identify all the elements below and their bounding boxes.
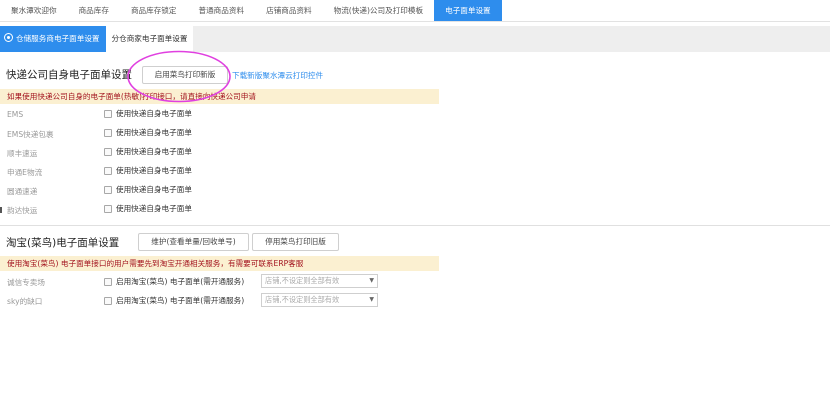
taobao-notice: 使用淘宝(菜鸟) 电子面单接口的用户需要先到淘宝开通相关服务，有需要可联系ERP… xyxy=(0,256,439,271)
carrier-label: EMS xyxy=(7,110,24,119)
taobao-option[interactable]: 启用淘宝(菜鸟) 电子面单(需开通服务) xyxy=(104,276,244,287)
carrier-label: 圆通速递 xyxy=(7,187,38,196)
radio-dot-icon xyxy=(4,33,13,42)
carrier-option-label: 使用快递自身电子面单 xyxy=(116,147,192,156)
shop-select-value: 店铺,不设定则全部有效 xyxy=(265,295,340,304)
shop-select[interactable]: 店铺,不设定则全部有效 ▼ xyxy=(261,274,378,288)
checkbox[interactable] xyxy=(104,109,112,118)
tab-welcome[interactable]: 聚水潭欢迎你 xyxy=(0,0,68,21)
top-nav: 聚水潭欢迎你 商品库存 商品库存锁定 普通商品资料 店铺商品资料 物流(快递)公… xyxy=(0,0,830,22)
chevron-down-icon: ▼ xyxy=(369,277,374,284)
chevron-down-icon: ▼ xyxy=(369,296,374,303)
checkbox[interactable] xyxy=(104,147,112,156)
carrier-option-label: 使用快递自身电子面单 xyxy=(116,109,192,118)
carrier-option[interactable]: 使用快递自身电子面单 xyxy=(104,146,192,157)
tab-inventory[interactable]: 商品库存 xyxy=(68,0,120,21)
section-divider xyxy=(0,225,830,226)
download-print-control-link[interactable]: 下载新版聚水潭云打印控件 xyxy=(232,70,323,81)
highlight-circle-annotation xyxy=(127,50,231,103)
maintain-button[interactable]: 维护(查看单量/回收单号) xyxy=(138,233,249,251)
checkbox[interactable] xyxy=(104,166,112,175)
taobao-option-label: 启用淘宝(菜鸟) 电子面单(需开通服务) xyxy=(116,296,245,305)
sub-nav: 仓储服务商电子面单设置 分仓商家电子面单设置 xyxy=(0,26,830,52)
carrier-label: EMS快递包裹 xyxy=(7,130,54,139)
scroll-marker xyxy=(0,207,2,213)
carrier-option[interactable]: 使用快递自身电子面单 xyxy=(104,108,192,119)
carrier-option[interactable]: 使用快递自身电子面单 xyxy=(104,203,192,214)
carrier-label: 顺丰速运 xyxy=(7,149,38,158)
tab-product-info[interactable]: 普通商品资料 xyxy=(188,0,256,21)
checkbox[interactable] xyxy=(104,185,112,194)
express-section-title: 快递公司自身电子面单设置 xyxy=(6,69,132,81)
carrier-label: 申通E物流 xyxy=(7,168,43,177)
taobao-section-title: 淘宝(菜鸟)电子面单设置 xyxy=(6,237,120,249)
tab-logistics-templates[interactable]: 物流(快递)公司及打印模板 xyxy=(323,0,434,21)
carrier-label: 韵达快运 xyxy=(7,206,38,215)
shop-select-value: 店铺,不设定则全部有效 xyxy=(265,276,340,285)
tab-eorder-settings[interactable]: 电子面单设置 xyxy=(434,0,502,21)
taobao-option-label: 启用淘宝(菜鸟) 电子面单(需开通服务) xyxy=(116,277,245,286)
carrier-option-label: 使用快递自身电子面单 xyxy=(116,204,192,213)
taobao-option[interactable]: 启用淘宝(菜鸟) 电子面单(需开通服务) xyxy=(104,295,244,306)
shop-select[interactable]: 店铺,不设定则全部有效 ▼ xyxy=(261,293,378,307)
subtab-warehouse-provider-label: 仓储服务商电子面单设置 xyxy=(16,34,100,43)
subtab-warehouse-provider[interactable]: 仓储服务商电子面单设置 xyxy=(0,26,106,52)
carrier-option[interactable]: 使用快递自身电子面单 xyxy=(104,184,192,195)
carrier-option[interactable]: 使用快递自身电子面单 xyxy=(104,127,192,138)
tab-inventory-lock[interactable]: 商品库存锁定 xyxy=(120,0,188,21)
carrier-option-label: 使用快递自身电子面单 xyxy=(116,185,192,194)
disable-cainiao-old-button[interactable]: 停用菜鸟打印旧版 xyxy=(252,233,339,251)
checkbox[interactable] xyxy=(104,128,112,137)
shop-label: 诚信专卖场 xyxy=(7,278,45,287)
checkbox[interactable] xyxy=(104,204,112,213)
carrier-option[interactable]: 使用快递自身电子面单 xyxy=(104,165,192,176)
shop-label: sky的缺口 xyxy=(7,297,43,306)
tab-shop-products[interactable]: 店铺商品资料 xyxy=(255,0,323,21)
checkbox[interactable] xyxy=(104,277,112,286)
carrier-option-label: 使用快递自身电子面单 xyxy=(116,128,192,137)
carrier-option-label: 使用快递自身电子面单 xyxy=(116,166,192,175)
checkbox[interactable] xyxy=(104,296,112,305)
